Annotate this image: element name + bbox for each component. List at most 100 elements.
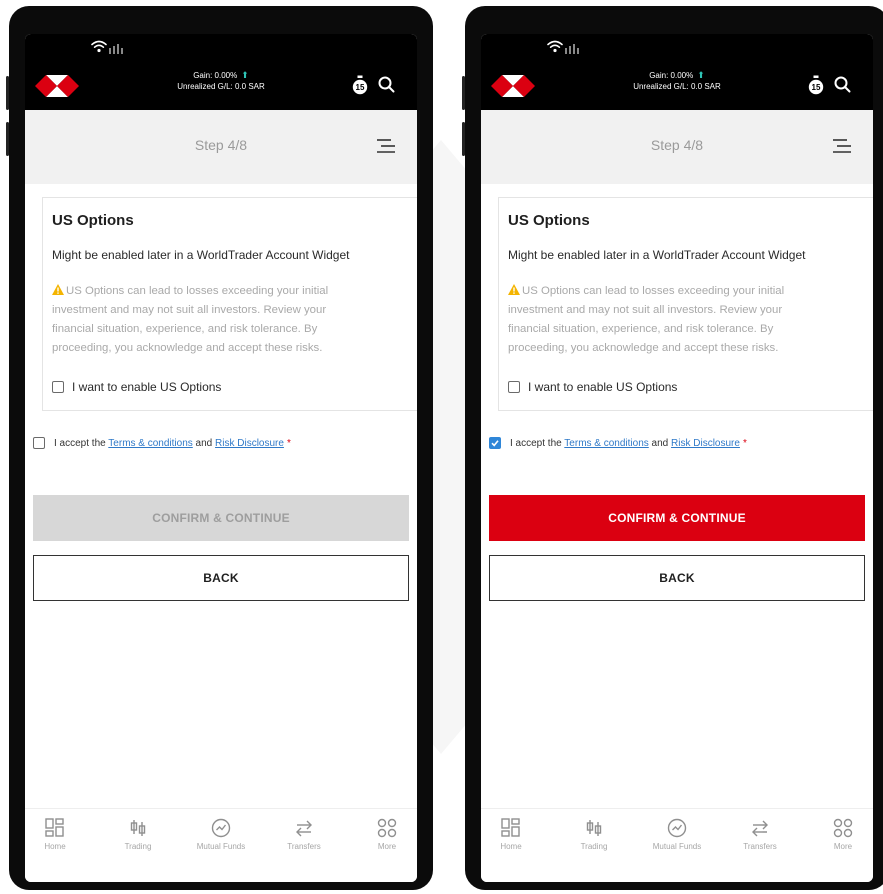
accept-and: and (192, 437, 216, 449)
terms-conditions-link[interactable]: Terms & conditions (108, 438, 192, 449)
transfer-arrows-icon (296, 820, 312, 837)
signal-icon (109, 44, 123, 54)
required-mark: * (286, 437, 291, 449)
nav-label: More (377, 842, 397, 851)
nav-label: Home (500, 842, 522, 851)
timer-icon[interactable]: 15 (808, 75, 824, 95)
gauge-icon (667, 818, 687, 838)
us-options-card: US Options Might be enabled later in a W… (42, 197, 417, 411)
enable-us-options-label: I want to enable US Options (528, 380, 678, 394)
step-indicator: Step 4/8 (194, 137, 248, 153)
gain-value: Gain: 0.00% (649, 71, 694, 80)
nav-mutual-funds[interactable]: Mutual Funds (191, 818, 251, 851)
volume-button (462, 76, 465, 110)
status-bar (481, 34, 873, 64)
nav-more[interactable]: More (813, 818, 873, 851)
card-title: US Options (508, 212, 590, 229)
confirm-continue-button[interactable]: CONFIRM & CONTINUE (33, 495, 409, 541)
nav-label: Mutual Funds (196, 842, 246, 851)
wifi-icon (547, 40, 563, 53)
app-header: Gain: 0.00% ⬆ Unrealized G/L: 0.0 SAR 15 (25, 64, 417, 110)
back-button[interactable]: BACK (489, 555, 865, 601)
enable-us-options-row[interactable]: I want to enable US Options (508, 380, 677, 394)
volume-button (6, 122, 9, 156)
accept-terms-checkbox[interactable] (33, 437, 45, 449)
nav-label: Trading (124, 842, 152, 851)
warning-text: US Options can lead to losses exceeding … (508, 285, 785, 354)
accept-terms-row: I accept the Terms & conditions and Risk… (33, 437, 291, 449)
menu-icon[interactable] (833, 139, 851, 153)
app-screen: Gain: 0.00% ⬆ Unrealized G/L: 0.0 SAR 15 … (25, 34, 417, 882)
nav-transfers[interactable]: Transfers (274, 818, 334, 851)
us-options-card: US Options Might be enabled later in a W… (498, 197, 873, 411)
menu-icon[interactable] (377, 139, 395, 153)
risk-disclosure-link[interactable]: Risk Disclosure (215, 438, 284, 449)
risk-disclosure-link[interactable]: Risk Disclosure (671, 438, 740, 449)
phone-right: Gain: 0.00% ⬆ Unrealized G/L: 0.0 SAR 15 … (462, 6, 883, 890)
arrow-up-icon: ⬆ (241, 70, 249, 80)
volume-button (6, 76, 9, 110)
enable-us-options-checkbox[interactable] (508, 381, 520, 393)
wifi-icon (91, 40, 107, 53)
warning-icon (52, 284, 64, 295)
more-icon (833, 818, 853, 838)
accept-prefix: I accept the (510, 437, 565, 449)
bottom-navigation: Home Trading Mutual Funds Transfers More (481, 808, 873, 882)
risk-warning: US Options can lead to losses exceeding … (508, 282, 826, 358)
accept-and: and (648, 437, 672, 449)
home-icon (45, 818, 64, 837)
nav-label: Mutual Funds (652, 842, 702, 851)
nav-mutual-funds[interactable]: Mutual Funds (647, 818, 707, 851)
checkmark-icon (491, 440, 499, 447)
timer-badge: 15 (812, 83, 821, 92)
step-bar: Step 4/8 (25, 110, 417, 184)
accept-terms-text: I accept the Terms & conditions and Risk… (54, 438, 291, 449)
app-header: Gain: 0.00% ⬆ Unrealized G/L: 0.0 SAR 15 (481, 64, 873, 110)
risk-warning: US Options can lead to losses exceeding … (52, 282, 370, 358)
nav-label: Home (44, 842, 66, 851)
card-title: US Options (52, 212, 134, 229)
step-bar: Step 4/8 (481, 110, 873, 184)
nav-transfers[interactable]: Transfers (730, 818, 790, 851)
candlestick-icon (586, 820, 602, 836)
status-bar (25, 34, 417, 64)
candlestick-icon (130, 820, 146, 836)
timer-icon[interactable]: 15 (352, 75, 368, 95)
timer-badge: 15 (356, 83, 365, 92)
card-subtitle: Might be enabled later in a WorldTrader … (508, 248, 806, 262)
arrow-up-icon: ⬆ (697, 70, 705, 80)
nav-trading[interactable]: Trading (108, 818, 168, 851)
nav-home[interactable]: Home (481, 818, 541, 851)
nav-label: Trading (580, 842, 608, 851)
warning-icon (508, 284, 520, 295)
signal-icon (565, 44, 579, 54)
accept-terms-row: I accept the Terms & conditions and Risk… (489, 437, 747, 449)
nav-home[interactable]: Home (25, 818, 85, 851)
enable-us-options-label: I want to enable US Options (72, 380, 222, 394)
gain-value: Gain: 0.00% (193, 71, 238, 80)
search-icon[interactable] (378, 76, 395, 93)
warning-text: US Options can lead to losses exceeding … (52, 285, 329, 354)
terms-conditions-link[interactable]: Terms & conditions (564, 438, 648, 449)
more-icon (377, 818, 397, 838)
enable-us-options-row[interactable]: I want to enable US Options (52, 380, 221, 394)
accept-terms-text: I accept the Terms & conditions and Risk… (510, 438, 747, 449)
confirm-continue-button[interactable]: CONFIRM & CONTINUE (489, 495, 865, 541)
step-indicator: Step 4/8 (650, 137, 704, 153)
back-button[interactable]: BACK (33, 555, 409, 601)
nav-label: More (833, 842, 853, 851)
nav-label: Transfers (743, 842, 777, 851)
enable-us-options-checkbox[interactable] (52, 381, 64, 393)
nav-more[interactable]: More (357, 818, 417, 851)
bottom-navigation: Home Trading Mutual Funds Transfers More (25, 808, 417, 882)
accept-terms-checkbox[interactable] (489, 437, 501, 449)
accept-prefix: I accept the (54, 437, 109, 449)
nav-label: Transfers (287, 842, 321, 851)
transfer-arrows-icon (752, 820, 768, 837)
card-subtitle: Might be enabled later in a WorldTrader … (52, 248, 350, 262)
phone-left: Gain: 0.00% ⬆ Unrealized G/L: 0.0 SAR 15 … (6, 6, 433, 890)
app-screen: Gain: 0.00% ⬆ Unrealized G/L: 0.0 SAR 15 … (481, 34, 873, 882)
nav-trading[interactable]: Trading (564, 818, 624, 851)
search-icon[interactable] (834, 76, 851, 93)
required-mark: * (742, 437, 747, 449)
